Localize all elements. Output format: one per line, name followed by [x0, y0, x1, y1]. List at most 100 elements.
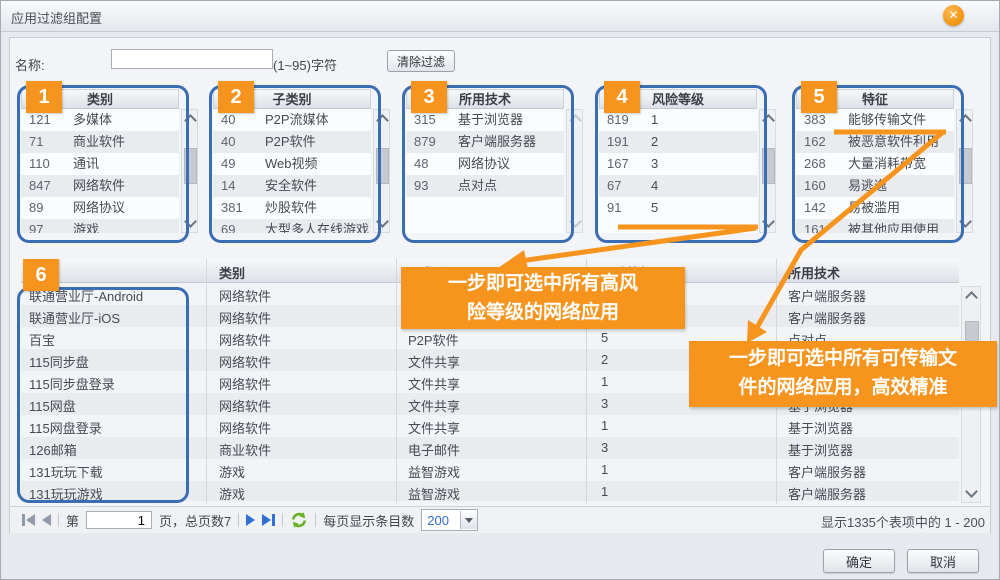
prev-page-icon[interactable]: [42, 514, 51, 526]
column-header: 类别: [219, 263, 245, 282]
item-label: 被其他应用使用: [848, 219, 939, 233]
table-cell: 115网盘登录: [29, 418, 102, 437]
item-count: 268: [804, 153, 826, 175]
list-item[interactable]: 142易被滥用: [796, 197, 954, 219]
panel-scrollbar[interactable]: [181, 109, 198, 233]
table-cell: 文件共享: [408, 374, 460, 393]
cancel-button[interactable]: 取消: [907, 549, 979, 573]
refresh-icon[interactable]: [290, 511, 308, 529]
filter-panel-1: 类别121多媒体71商业软件110通讯847网络软件89网络协议97游戏1: [21, 89, 199, 233]
page-number-input[interactable]: [86, 511, 152, 529]
item-count: 191: [607, 131, 629, 153]
scrollbar-thumb[interactable]: [959, 148, 972, 184]
item-label: Web视频: [265, 153, 318, 175]
item-label: 游戏: [73, 219, 99, 233]
table-cell: 网络软件: [219, 352, 271, 371]
table-cell: 131玩玩下载: [29, 462, 103, 481]
annotation-badge-3: 3: [411, 81, 447, 113]
table-cell: 2: [601, 352, 608, 367]
separator: [282, 513, 283, 527]
item-label: 网络协议: [458, 153, 510, 175]
table-cell: 游戏: [219, 462, 245, 481]
table-row[interactable]: 131玩玩下载游戏益智游戏1客户端服务器: [21, 459, 959, 481]
item-label: 1: [651, 109, 658, 131]
chevron-down-icon[interactable]: [762, 215, 775, 228]
chevron-up-icon[interactable]: [184, 114, 197, 127]
list-item[interactable]: 161被其他应用使用: [796, 219, 954, 233]
table-row[interactable]: 115网盘登录网络软件文件共享1基于浏览器: [21, 415, 959, 437]
chevron-up-icon[interactable]: [762, 114, 775, 127]
item-label: P2P流媒体: [265, 109, 329, 131]
filter-panel-5: 特征383能够传输文件162被恶意软件利用268大量消耗带宽160易逃逸142易…: [796, 89, 974, 233]
list-item[interactable]: 160易逃逸: [796, 175, 954, 197]
list-item[interactable]: 381炒股软件: [213, 197, 371, 219]
chevron-down-icon[interactable]: [959, 215, 972, 228]
list-item[interactable]: 89网络协议: [21, 197, 179, 219]
table-cell: 客户端服务器: [788, 462, 866, 481]
table-cell: 联通营业厅-iOS: [29, 308, 120, 327]
item-count: 14: [221, 175, 235, 197]
panel-list: 315基于浏览器879客户端服务器48网络协议93点对点: [406, 109, 564, 233]
panel-scrollbar[interactable]: [373, 109, 390, 233]
chevron-down-icon[interactable]: [376, 215, 389, 228]
list-item[interactable]: 879客户端服务器: [406, 131, 564, 153]
list-item[interactable]: 69大型多人在线游戏: [213, 219, 371, 233]
chevron-down-icon[interactable]: [569, 215, 582, 228]
chevron-down-icon[interactable]: [965, 485, 978, 498]
item-count: 67: [607, 175, 621, 197]
table-row[interactable]: 131玩玩游戏游戏益智游戏1客户端服务器: [21, 481, 959, 501]
first-page-icon[interactable]: [22, 514, 35, 526]
scrollbar-thumb[interactable]: [762, 148, 775, 184]
table-row[interactable]: 126邮箱商业软件电子邮件3基于浏览器: [21, 437, 959, 459]
table-cell: 1: [601, 374, 608, 389]
list-item[interactable]: 268大量消耗带宽: [796, 153, 954, 175]
list-item[interactable]: 1673: [599, 153, 757, 175]
per-page-select[interactable]: 200: [421, 509, 478, 531]
chevron-up-icon[interactable]: [965, 291, 978, 304]
table-cell: 客户端服务器: [788, 308, 866, 327]
list-item[interactable]: 49Web视频: [213, 153, 371, 175]
list-item[interactable]: 14安全软件: [213, 175, 371, 197]
list-item[interactable]: 97游戏: [21, 219, 179, 233]
list-item[interactable]: 162被恶意软件利用: [796, 131, 954, 153]
scrollbar-thumb[interactable]: [376, 148, 389, 184]
next-page-icon[interactable]: [246, 514, 255, 526]
table-cell: 客户端服务器: [788, 286, 866, 305]
list-item[interactable]: 71商业软件: [21, 131, 179, 153]
callout-feature-line1: 一步即可选中所有可传输文: [689, 344, 997, 373]
item-label: 2: [651, 131, 658, 153]
list-item[interactable]: 110通讯: [21, 153, 179, 175]
table-cell: 网络软件: [219, 396, 271, 415]
list-item[interactable]: 915: [599, 197, 757, 219]
list-item[interactable]: 674: [599, 175, 757, 197]
panel-scrollbar[interactable]: [566, 109, 583, 233]
panel-list: 819119121673674915: [599, 109, 757, 233]
item-count: 162: [804, 131, 826, 153]
chevron-down-icon[interactable]: [184, 215, 197, 228]
scrollbar-thumb[interactable]: [184, 148, 197, 184]
panel-scrollbar[interactable]: [759, 109, 776, 233]
chevron-up-icon[interactable]: [569, 114, 582, 127]
clear-filter-button[interactable]: 清除过滤: [387, 50, 455, 72]
callout-risk-line2: 险等级的网络应用: [401, 298, 685, 327]
list-item[interactable]: 1912: [599, 131, 757, 153]
list-item[interactable]: 40P2P软件: [213, 131, 371, 153]
item-label: 网络软件: [73, 175, 125, 197]
name-input[interactable]: [111, 49, 273, 69]
list-item[interactable]: 48网络协议: [406, 153, 564, 175]
chevron-up-icon[interactable]: [376, 114, 389, 127]
chevron-up-icon[interactable]: [959, 114, 972, 127]
last-page-icon[interactable]: [262, 514, 275, 526]
list-item[interactable]: 93点对点: [406, 175, 564, 197]
ok-button[interactable]: 确定: [823, 549, 895, 573]
list-item[interactable]: 847网络软件: [21, 175, 179, 197]
table-cell: 电子邮件: [408, 440, 460, 459]
filter-panel-2: 子类别40P2P流媒体40P2P软件49Web视频14安全软件381炒股软件69…: [213, 89, 391, 233]
item-label: 易被滥用: [848, 197, 900, 219]
close-icon[interactable]: ✕: [943, 5, 964, 26]
panel-scrollbar[interactable]: [956, 109, 973, 233]
table-cell: 3: [601, 440, 608, 455]
table-status-text: 显示1335个表项中的 1 - 200: [821, 512, 985, 531]
callout-risk: 一步即可选中所有高风 险等级的网络应用: [401, 267, 685, 329]
dropdown-arrow-icon[interactable]: [460, 511, 477, 529]
